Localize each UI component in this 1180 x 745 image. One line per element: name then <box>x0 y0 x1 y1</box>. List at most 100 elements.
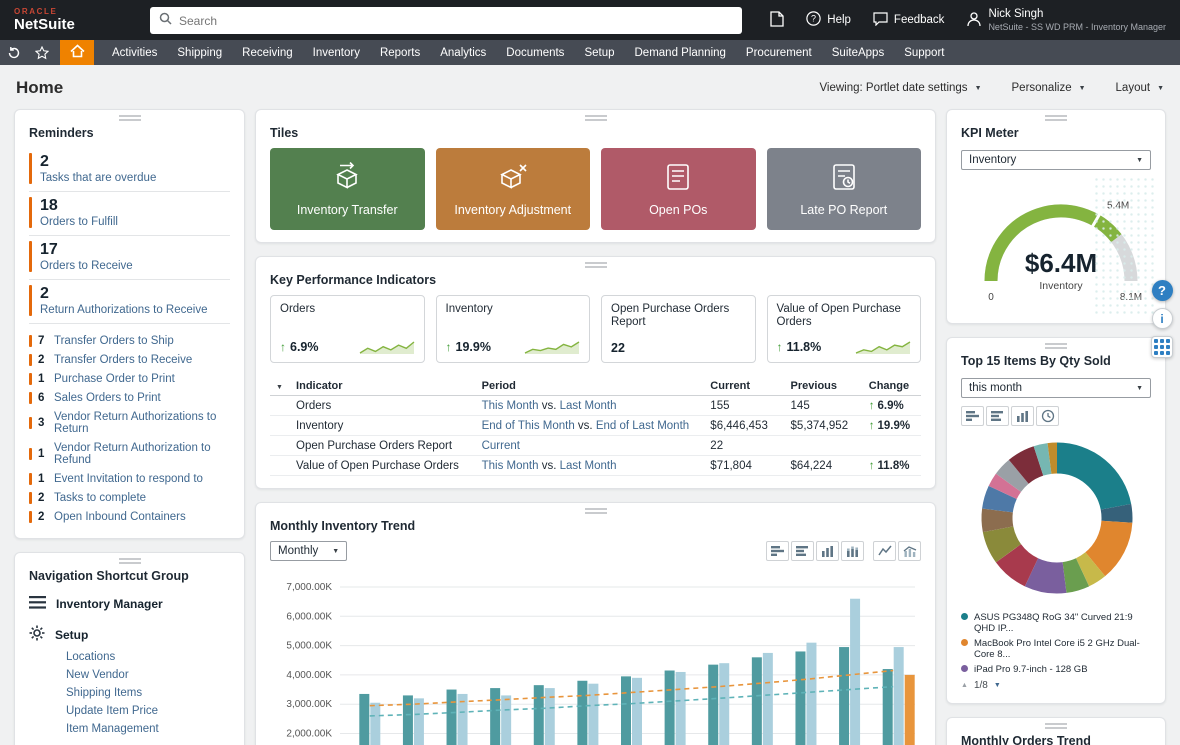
chart-type-column-button[interactable] <box>1011 406 1034 426</box>
help-button[interactable]: ? Help <box>806 11 851 29</box>
app-grid-button[interactable] <box>1151 336 1173 358</box>
pager-down-icon[interactable]: ▼ <box>994 682 1001 689</box>
reminder-headline[interactable]: 2Tasks that are overdue <box>29 148 230 192</box>
nav-item-suiteapps[interactable]: SuiteApps <box>822 40 894 65</box>
shortcut-group-header[interactable]: Setup <box>29 625 230 644</box>
shortcut-link-item-management[interactable]: Item Management <box>66 723 230 735</box>
top15-donut-chart[interactable] <box>961 432 1151 606</box>
tile-inventory-adjustment[interactable]: Inventory Adjustment <box>436 148 591 230</box>
shortcut-link-locations[interactable]: Locations <box>66 651 230 663</box>
portlet-drag-handle[interactable] <box>119 558 141 564</box>
kpi-table-row[interactable]: OrdersThis Month vs. Last Month155145↑6.… <box>270 396 921 416</box>
reminder-headline[interactable]: 17Orders to Receive <box>29 236 230 280</box>
reminder-link[interactable]: Vendor Return Authorization to Refund <box>54 442 230 466</box>
portlet-drag-handle[interactable] <box>1045 343 1067 349</box>
search-input[interactable] <box>179 14 733 28</box>
portlet-drag-handle[interactable] <box>585 262 607 268</box>
nav-item-demand-planning[interactable]: Demand Planning <box>625 40 736 65</box>
reminder-headline[interactable]: 18Orders to Fulfill <box>29 192 230 236</box>
nav-item-receiving[interactable]: Receiving <box>232 40 303 65</box>
reminder-link[interactable]: Sales Orders to Print <box>54 392 161 404</box>
pager-up-icon[interactable]: ▲ <box>961 682 968 689</box>
reminder-item[interactable]: 6Sales Orders to Print <box>29 388 230 407</box>
nav-item-inventory[interactable]: Inventory <box>303 40 370 65</box>
portlet-drag-handle[interactable] <box>119 115 141 121</box>
reminder-item[interactable]: 1Vendor Return Authorization to Refund <box>29 438 230 469</box>
reminder-item[interactable]: 3Vendor Return Authorizations to Return <box>29 407 230 438</box>
shortcuts-star-icon[interactable] <box>28 40 56 65</box>
nav-item-documents[interactable]: Documents <box>496 40 574 65</box>
chart-type-column-button[interactable] <box>816 541 839 561</box>
kpi-card-value-of-open-purchase-orders[interactable]: Value of Open Purchase Orders↑11.8% <box>767 295 922 363</box>
chart-type-combo-button[interactable] <box>898 541 921 561</box>
nav-item-activities[interactable]: Activities <box>102 40 167 65</box>
kpi-table-options[interactable]: ▼ <box>270 377 290 396</box>
reminder-headline[interactable]: 2Return Authorizations to Receive <box>29 280 230 324</box>
tile-late-po-report[interactable]: Late PO Report <box>767 148 922 230</box>
kpi-card-open-purchase-orders-report[interactable]: Open Purchase Orders Report22 <box>601 295 756 363</box>
portlet-drag-handle[interactable] <box>585 115 607 121</box>
period-link[interactable]: This Month <box>482 400 539 412</box>
interval-select[interactable]: Monthly ▼ <box>270 541 347 561</box>
inventory-trend-chart[interactable]: 7,000.00K6,000.00K5,000.00K4,000.00K3,00… <box>270 569 921 745</box>
kpi-table-row[interactable]: Open Purchase Orders ReportCurrent22 <box>270 436 921 456</box>
netsuite-logo[interactable]: ORACLE NetSuite <box>14 8 75 32</box>
kpi-card-orders[interactable]: Orders↑6.9% <box>270 295 425 363</box>
shortcut-group-header[interactable]: Inventory Manager <box>29 596 230 612</box>
reminder-link[interactable]: Vendor Return Authorizations to Return <box>54 411 230 435</box>
chart-type-stacked-hbar-button[interactable] <box>961 406 984 426</box>
create-new-button[interactable] <box>770 11 784 30</box>
reminder-link[interactable]: Transfer Orders to Ship <box>54 335 174 347</box>
legend-item[interactable]: iPad Pro 9.7-inch - 128 GB <box>961 662 1151 677</box>
help-bubble-button[interactable]: ? <box>1152 280 1173 301</box>
reminder-item[interactable]: 1Purchase Order to Print <box>29 369 230 388</box>
reminder-item[interactable]: 2Open Inbound Containers <box>29 507 230 526</box>
kpi-card-inventory[interactable]: Inventory↑19.9% <box>436 295 591 363</box>
layout-dropdown[interactable]: Layout ▼ <box>1116 82 1164 94</box>
nav-item-setup[interactable]: Setup <box>574 40 624 65</box>
chart-type-stacked-column-button[interactable] <box>841 541 864 561</box>
reminder-link[interactable]: Purchase Order to Print <box>54 373 175 385</box>
legend-item[interactable]: ASUS PG348Q RoG 34" Curved 21:9 QHD IP..… <box>961 610 1151 636</box>
home-tab[interactable] <box>60 40 94 65</box>
info-button[interactable]: i <box>1152 308 1173 329</box>
chart-type-hbar-button[interactable] <box>986 406 1009 426</box>
shortcut-link-update-item-price[interactable]: Update Item Price <box>66 705 230 717</box>
reminder-link[interactable]: Open Inbound Containers <box>54 511 186 523</box>
nav-item-analytics[interactable]: Analytics <box>430 40 496 65</box>
period-link[interactable]: Last Month <box>560 400 617 412</box>
portlet-drag-handle[interactable] <box>1045 115 1067 121</box>
period-link[interactable]: Last Month <box>560 460 617 472</box>
viewing-dropdown[interactable]: Viewing: Portlet date settings ▼ <box>819 82 981 94</box>
feedback-button[interactable]: Feedback <box>873 12 945 29</box>
chart-type-hbar-button[interactable] <box>791 541 814 561</box>
reminder-item[interactable]: 2Tasks to complete <box>29 488 230 507</box>
global-search[interactable] <box>150 7 742 34</box>
shortcut-link-new-vendor[interactable]: New Vendor <box>66 669 230 681</box>
kpi-table-row[interactable]: Value of Open Purchase OrdersThis Month … <box>270 456 921 476</box>
portlet-drag-handle[interactable] <box>1045 723 1067 729</box>
period-link[interactable]: End of Last Month <box>596 420 689 432</box>
period-link[interactable]: End of This Month <box>482 420 575 432</box>
nav-item-shipping[interactable]: Shipping <box>167 40 232 65</box>
kpi-meter-metric-select[interactable]: Inventory ▼ <box>961 150 1151 170</box>
reminder-item[interactable]: 7Transfer Orders to Ship <box>29 331 230 350</box>
reminder-link[interactable]: Tasks to complete <box>54 492 146 504</box>
period-link[interactable]: Current <box>482 440 520 452</box>
tile-open-pos[interactable]: Open POs <box>601 148 756 230</box>
tile-inventory-transfer[interactable]: Inventory Transfer <box>270 148 425 230</box>
top15-period-select[interactable]: this month ▼ <box>961 378 1151 398</box>
nav-item-procurement[interactable]: Procurement <box>736 40 822 65</box>
legend-item[interactable]: MacBook Pro Intel Core i5 2 GHz Dual-Cor… <box>961 636 1151 662</box>
chart-type-stacked-hbar-button[interactable] <box>766 541 789 561</box>
reminder-item[interactable]: 2Transfer Orders to Receive <box>29 350 230 369</box>
reminder-link[interactable]: Orders to Receive <box>40 260 133 272</box>
reminder-link[interactable]: Tasks that are overdue <box>40 172 156 184</box>
reminder-item[interactable]: 1Event Invitation to respond to <box>29 469 230 488</box>
reminder-link[interactable]: Orders to Fulfill <box>40 216 118 228</box>
recent-records-icon[interactable] <box>0 40 28 65</box>
portlet-drag-handle[interactable] <box>585 508 607 514</box>
period-link[interactable]: This Month <box>482 460 539 472</box>
reminder-link[interactable]: Event Invitation to respond to <box>54 473 203 485</box>
kpi-table-row[interactable]: InventoryEnd of This Month vs. End of La… <box>270 416 921 436</box>
